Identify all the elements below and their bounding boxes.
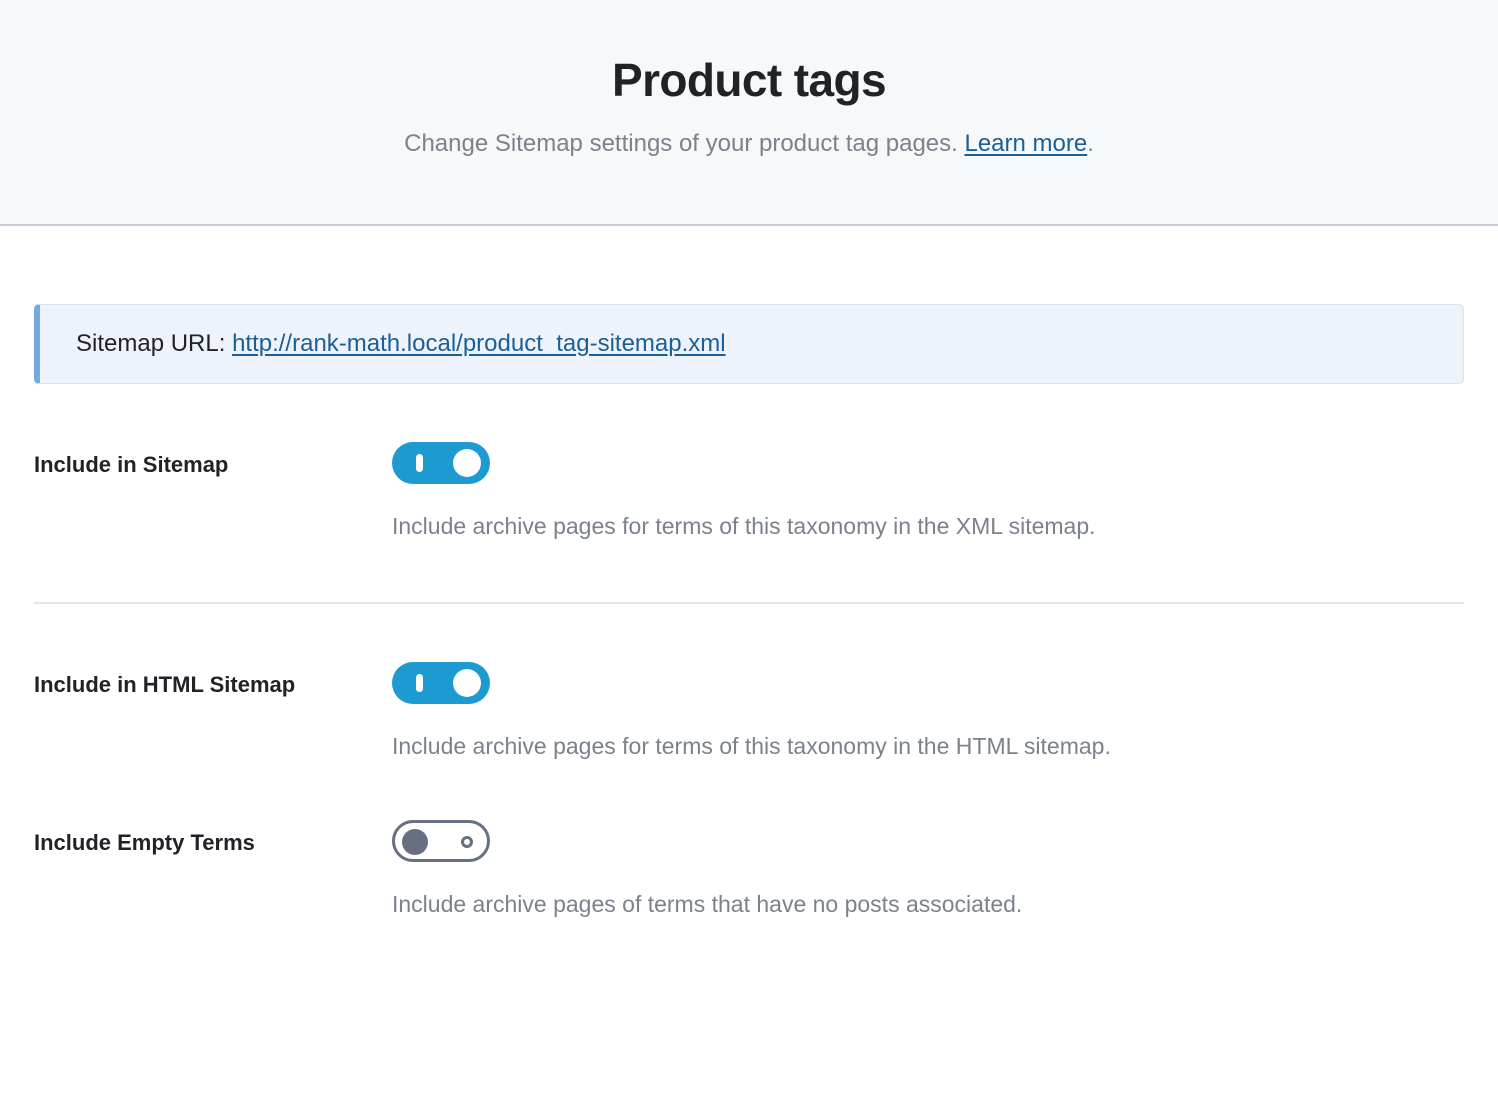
setting-field-include-in-sitemap: Include archive pages for terms of this … — [392, 442, 1464, 542]
setting-description-include-in-sitemap: Include archive pages for terms of this … — [392, 513, 1096, 539]
page-subtitle: Change Sitemap settings of your product … — [0, 128, 1498, 160]
toggle-on-bar-icon — [416, 674, 423, 692]
sitemap-url-notice-text: Sitemap URL: http://rank-math.local/prod… — [76, 329, 726, 359]
include-in-sitemap-toggle[interactable] — [392, 442, 490, 484]
setting-label-include-in-html-sitemap: Include in HTML Sitemap — [34, 672, 296, 697]
toggle-off-ring-icon — [461, 836, 473, 848]
toggle-knob-icon — [453, 449, 481, 477]
include-empty-terms-toggle[interactable] — [392, 820, 490, 862]
learn-more-link[interactable]: Learn more — [964, 130, 1087, 157]
setting-label-include-in-sitemap: Include in Sitemap — [34, 452, 229, 477]
sitemap-url-link[interactable]: http://rank-math.local/product_tag-sitem… — [232, 330, 726, 357]
toggle-off-dot-icon — [402, 829, 428, 855]
setting-row-include-in-sitemap: Include in Sitemap Include archive pages… — [34, 384, 1464, 542]
settings-content: Sitemap URL: http://rank-math.local/prod… — [0, 304, 1498, 920]
setting-description-include-empty-terms: Include archive pages of terms that have… — [392, 891, 1023, 917]
toggle-on-bar-icon — [416, 454, 423, 472]
setting-row-include-empty-terms: Include Empty Terms Include archive page… — [34, 762, 1464, 920]
setting-field-include-empty-terms: Include archive pages of terms that have… — [392, 820, 1464, 920]
setting-label-include-empty-terms: Include Empty Terms — [34, 830, 255, 855]
page-subtitle-text: Change Sitemap settings of your product … — [404, 130, 965, 157]
include-in-html-sitemap-toggle[interactable] — [392, 662, 490, 704]
page-subtitle-period: . — [1087, 130, 1094, 157]
sitemap-url-label: Sitemap URL: — [76, 330, 233, 357]
setting-field-include-in-html-sitemap: Include archive pages for terms of this … — [392, 662, 1464, 762]
setting-description-include-in-html-sitemap: Include archive pages for terms of this … — [392, 733, 1111, 759]
page-title: Product tags — [612, 54, 887, 106]
setting-row-include-in-html-sitemap: Include in HTML Sitemap Include archive … — [34, 602, 1464, 762]
page-header: Product tags Change Sitemap settings of … — [0, 0, 1498, 226]
sitemap-url-notice: Sitemap URL: http://rank-math.local/prod… — [34, 304, 1464, 384]
toggle-knob-icon — [453, 669, 481, 697]
